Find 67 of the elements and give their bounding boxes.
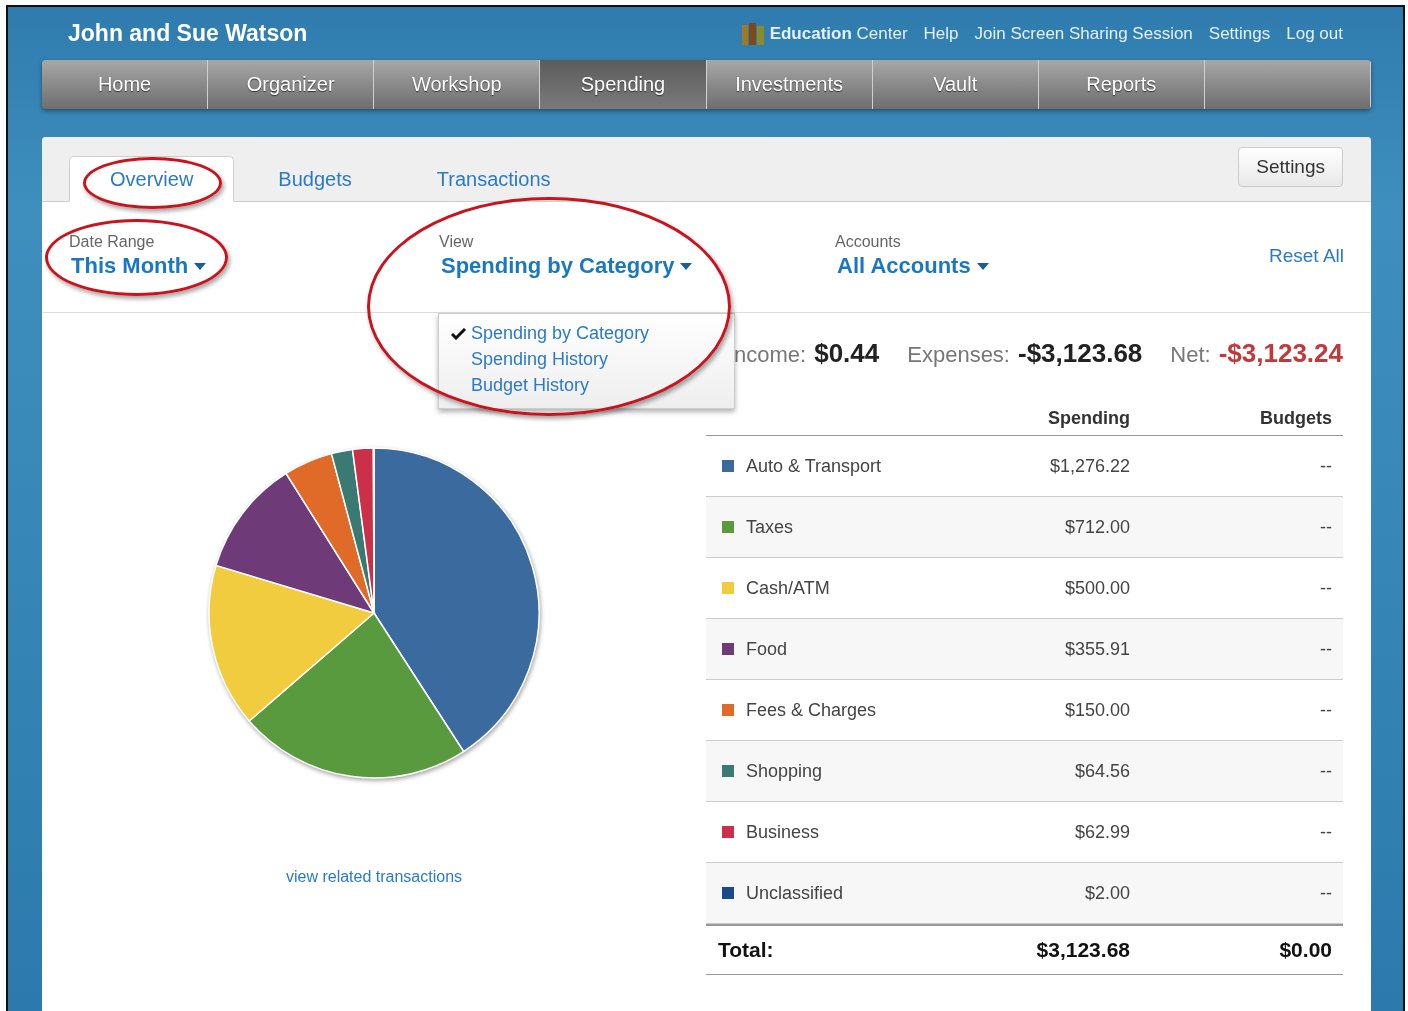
summary-label: Expenses: (907, 341, 1010, 368)
column-header: Spending (1047, 406, 1130, 429)
nav-tab[interactable]: Investments (706, 60, 873, 109)
spending-cell-text: $2.00 (1083, 882, 1130, 904)
budget-cell-text: -- (1319, 577, 1332, 599)
check-icon (451, 327, 466, 340)
books-icon (740, 22, 765, 45)
column-header: Budgets (1259, 406, 1332, 429)
tab[interactable]: Overview (69, 156, 235, 202)
budget-cell-text: -- (1319, 638, 1332, 660)
caret-icon (194, 262, 207, 270)
caret-icon (680, 262, 693, 270)
filter-label: Date Range (69, 233, 156, 251)
budget-cell-text: -- (1319, 760, 1332, 782)
category-name: Business (746, 821, 820, 843)
summary-label: Net: (1170, 341, 1211, 368)
header-link[interactable]: Help (923, 23, 959, 44)
nav-tab[interactable]: Vault (872, 60, 1039, 109)
spending-cell-text: $64.56 (1073, 760, 1130, 782)
budget-cell-text: -- (1319, 455, 1332, 477)
header-link[interactable]: Log out (1286, 23, 1343, 44)
category-name: Cash/ATM (746, 577, 830, 599)
menu-item[interactable]: Budget History (439, 375, 734, 396)
header-link[interactable]: Education Center (740, 22, 908, 45)
budget-cell-text: -- (1319, 882, 1332, 904)
tab[interactable]: Budgets (237, 156, 393, 202)
spending-cell-text: $355.91 (1063, 638, 1130, 660)
reset-all-link[interactable]: Reset All (1269, 202, 1344, 267)
view-dropdown[interactable]: Spending by Category (439, 253, 693, 279)
header-link[interactable]: Settings (1208, 23, 1271, 44)
category-name: Food (746, 638, 788, 660)
budget-cell-text: -- (1319, 516, 1332, 538)
menu-item[interactable]: Spending by Category (439, 323, 734, 344)
nav-tab[interactable]: Spending (540, 60, 707, 109)
summary-value: -$3,123.68 (1018, 337, 1143, 369)
settings-button[interactable]: Settings (1238, 147, 1343, 187)
filter-label: Accounts (835, 233, 902, 251)
filter-label: View (439, 233, 475, 251)
spending-cell-text: $62.99 (1073, 821, 1130, 843)
category-name: Shopping (746, 760, 823, 782)
summary-label: ncome: (734, 341, 807, 368)
spending-cell-text: $1,276.22 (1048, 455, 1130, 477)
user-name: John and Sue Watson (68, 20, 308, 47)
accounts-dropdown[interactable]: All Accounts (835, 253, 989, 279)
category-name: Auto & Transport (746, 455, 882, 477)
category-name: Taxes (746, 516, 794, 538)
total-spending: $3,123.68 (1035, 938, 1130, 962)
menu-item[interactable]: Spending History (439, 349, 734, 370)
spending-cell-text: $150.00 (1063, 699, 1130, 721)
category-name: Fees & Charges (746, 699, 877, 721)
category-name: Unclassified (746, 882, 844, 904)
nav-tab[interactable]: Reports (1038, 60, 1205, 109)
header-link[interactable]: Join Screen Sharing Session (974, 23, 1193, 44)
budget-cell-text: -- (1319, 821, 1332, 843)
nav-tab[interactable]: Home (42, 60, 209, 109)
caret-icon (976, 262, 989, 270)
spending-cell-text: $712.00 (1063, 516, 1130, 538)
nav-tab[interactable]: Organizer (208, 60, 375, 109)
total-label: Total: (717, 938, 775, 962)
summary-value: $0.44 (814, 337, 880, 369)
related-transactions-link[interactable]: view related transactions (285, 868, 463, 886)
total-budget: $0.00 (1278, 938, 1332, 962)
spending-cell-text: $500.00 (1063, 577, 1130, 599)
date-range-dropdown[interactable]: This Month (69, 253, 207, 279)
tab[interactable]: Transactions (395, 156, 592, 202)
budget-cell-text: -- (1319, 699, 1332, 721)
summary-value: -$3,123.24 (1218, 337, 1343, 369)
